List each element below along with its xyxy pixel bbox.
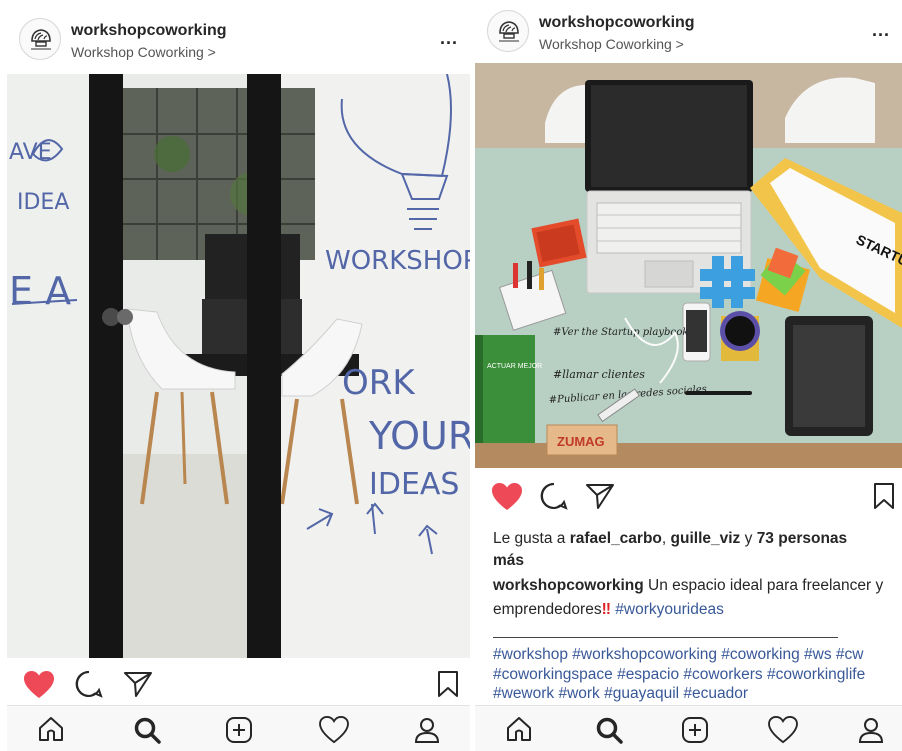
post-left: workshopcoworking Workshop Coworking > .… — [7, 0, 470, 751]
heart-icon[interactable] — [768, 716, 798, 744]
likes-separator: , — [661, 530, 671, 547]
home-icon[interactable] — [505, 716, 533, 742]
post-header: workshopcoworking Workshop Coworking > .… — [7, 10, 470, 72]
doodle-text: IDEAS — [369, 467, 459, 502]
hashtag-link[interactable]: #workyourideas — [615, 601, 724, 618]
caption-divider — [493, 637, 838, 638]
add-icon[interactable] — [681, 716, 709, 744]
like-heart-icon[interactable] — [23, 670, 55, 700]
comment-icon[interactable] — [540, 482, 568, 510]
search-icon[interactable] — [133, 716, 161, 744]
search-icon[interactable] — [595, 716, 623, 744]
desk-flatlay-photo: STARTUP ACTUAR MEJOR #Ver the Startup pl… — [475, 63, 902, 468]
location-link[interactable]: Workshop Coworking > — [71, 44, 216, 60]
likes-prefix: Le gusta a — [493, 530, 570, 547]
handwritten-note: #llamar clientes — [553, 368, 645, 381]
likes-count[interactable]: 73 personas — [757, 530, 847, 547]
hashtags[interactable]: #workshop #workshopcoworking #coworking … — [493, 645, 898, 704]
more-options-icon[interactable]: ... — [872, 20, 890, 41]
username[interactable]: workshopcoworking — [71, 22, 227, 40]
bottom-nav — [7, 705, 470, 751]
post-image[interactable]: AVE IDEA E A WORKSHOP ORK YOUR IDEAS — [7, 74, 470, 658]
doodle-text: YOUR — [368, 414, 470, 458]
bookmark-icon[interactable] — [437, 670, 459, 698]
likes-connector: y — [740, 530, 757, 547]
avatar[interactable] — [487, 10, 529, 52]
post-caption: workshopcoworking Un espacio ideal para … — [493, 574, 888, 622]
bottom-nav — [475, 705, 902, 751]
profile-icon[interactable] — [413, 716, 441, 744]
profile-icon[interactable] — [857, 716, 885, 744]
doodle-text: IDEA — [17, 190, 69, 215]
coworking-room-photo: AVE IDEA E A WORKSHOP ORK YOUR IDEAS — [7, 74, 470, 658]
username[interactable]: workshopcoworking — [539, 14, 695, 32]
add-icon[interactable] — [225, 716, 253, 744]
post-image[interactable]: STARTUP ACTUAR MEJOR #Ver the Startup pl… — [475, 63, 902, 468]
caption-username[interactable]: workshopcoworking — [493, 577, 644, 594]
home-icon[interactable] — [37, 716, 65, 742]
book-title: ACTUAR MEJOR — [487, 363, 542, 370]
logo-icon — [31, 29, 51, 50]
post-actions — [7, 666, 470, 706]
post-header: workshopcoworking Workshop Coworking > .… — [475, 2, 902, 64]
likes-suffix[interactable]: más — [493, 552, 524, 569]
double-exclamation-icon: ‼ — [601, 601, 611, 618]
liker-username[interactable]: rafael_carbo — [570, 530, 662, 547]
liker-username[interactable]: guille_viz — [671, 530, 741, 547]
sign-text: ZUMAG — [557, 434, 605, 449]
more-options-icon[interactable]: ... — [440, 28, 458, 49]
doodle-text: ORK — [342, 363, 416, 403]
share-icon[interactable] — [123, 670, 153, 698]
doodle-text: WORKSHOP — [325, 246, 470, 276]
comment-icon[interactable] — [75, 670, 103, 698]
handwritten-note: #Ver the Startup playbook — [553, 327, 688, 338]
bookmark-icon[interactable] — [873, 482, 895, 510]
avatar[interactable] — [19, 18, 61, 60]
post-actions — [475, 478, 902, 518]
doodle-text: E A — [9, 269, 71, 313]
likes-text: Le gusta a rafael_carbo, guille_viz y 73… — [493, 528, 878, 572]
like-heart-icon[interactable] — [491, 482, 523, 512]
post-right: workshopcoworking Workshop Coworking > .… — [475, 0, 902, 751]
doodle-text: AVE — [9, 140, 52, 165]
share-icon[interactable] — [585, 482, 615, 510]
location-link[interactable]: Workshop Coworking > — [539, 36, 684, 52]
heart-icon[interactable] — [319, 716, 349, 744]
logo-icon — [499, 21, 519, 42]
